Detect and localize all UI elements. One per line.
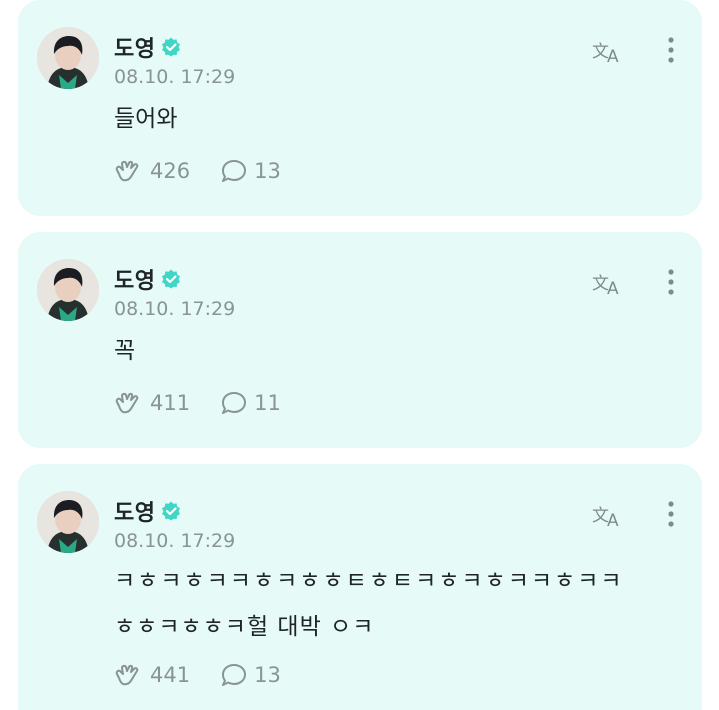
avatar[interactable]	[37, 27, 99, 89]
heart-hands-icon	[115, 160, 139, 182]
post-stats: 426 13	[114, 158, 311, 184]
heart-hands-icon	[115, 664, 139, 686]
comment-bubble-icon	[222, 392, 247, 414]
like-count: 411	[150, 391, 191, 415]
comment-button[interactable]: 13	[220, 662, 281, 688]
translate-icon[interactable]: 文 A	[592, 37, 626, 65]
verified-badge-icon	[162, 37, 181, 57]
svg-text:A: A	[607, 47, 619, 65]
author-name[interactable]: 도영	[114, 263, 181, 295]
like-button[interactable]: 411	[114, 390, 190, 416]
post-card[interactable]: 도영 08.10. 17:29 꼭 文 A 411 11	[18, 232, 702, 448]
author-name-text[interactable]: 도영	[114, 263, 155, 295]
post-timestamp: 08.10. 17:29	[114, 530, 236, 552]
like-count: 441	[150, 663, 191, 687]
post-body-line: 들어와	[114, 106, 178, 132]
heart-hands-icon	[115, 392, 139, 414]
more-vertical-icon[interactable]	[664, 36, 678, 66]
translate-icon[interactable]: 文 A	[592, 501, 626, 529]
like-count: 426	[150, 159, 191, 183]
like-button[interactable]: 426	[114, 158, 190, 184]
post-body: 꼭	[114, 328, 135, 374]
post-body-line: ㅋㅎㅋㅎㅋㅋㅎㅋㅎㅎㅌㅎㅌㅋㅎㅋㅎㅋㅋㅎㅋㅋ	[114, 568, 624, 594]
comment-count: 13	[254, 663, 281, 687]
like-button[interactable]: 441	[114, 662, 190, 688]
post-body-line: 꼭	[114, 338, 136, 364]
post-body: ㅋㅎㅋㅎㅋㅋㅎㅋㅎㅎㅌㅎㅌㅋㅎㅋㅎㅋㅋㅎㅋㅋ ㅎㅎㅋㅎㅎㅋ헐 대박 ㅇㅋ	[114, 558, 624, 650]
more-vertical-icon[interactable]	[664, 500, 678, 530]
comment-count: 11	[254, 391, 281, 415]
author-name-text[interactable]: 도영	[114, 495, 155, 527]
comment-button[interactable]: 13	[220, 158, 281, 184]
post-body: 들어와	[114, 96, 177, 142]
svg-text:A: A	[607, 511, 619, 529]
translate-icon[interactable]: 文 A	[592, 269, 626, 297]
svg-text:A: A	[607, 279, 619, 297]
avatar[interactable]	[37, 491, 99, 553]
post-card[interactable]: 도영 08.10. 17:29 ㅋㅎㅋㅎㅋㅋㅎㅋㅎㅎㅌㅎㅌㅋㅎㅋㅎㅋㅋㅎㅋㅋ ㅎ…	[18, 464, 702, 710]
post-stats: 411 11	[114, 390, 311, 416]
author-name[interactable]: 도영	[114, 495, 181, 527]
comment-count: 13	[254, 159, 281, 183]
comment-bubble-icon	[222, 160, 247, 182]
avatar[interactable]	[37, 259, 99, 321]
verified-badge-icon	[162, 269, 181, 289]
author-name-text[interactable]: 도영	[114, 31, 155, 63]
post-stats: 441 13	[114, 662, 311, 688]
more-vertical-icon[interactable]	[664, 268, 678, 298]
comment-button[interactable]: 11	[220, 390, 281, 416]
post-timestamp: 08.10. 17:29	[114, 298, 236, 320]
post-body-line: ㅎㅎㅋㅎㅎㅋ헐 대박 ㅇㅋ	[114, 614, 375, 640]
post-timestamp: 08.10. 17:29	[114, 66, 236, 88]
verified-badge-icon	[162, 501, 181, 521]
author-name[interactable]: 도영	[114, 31, 181, 63]
post-card[interactable]: 도영 08.10. 17:29 들어와 文 A 426 13	[18, 0, 702, 216]
comment-bubble-icon	[222, 664, 247, 686]
